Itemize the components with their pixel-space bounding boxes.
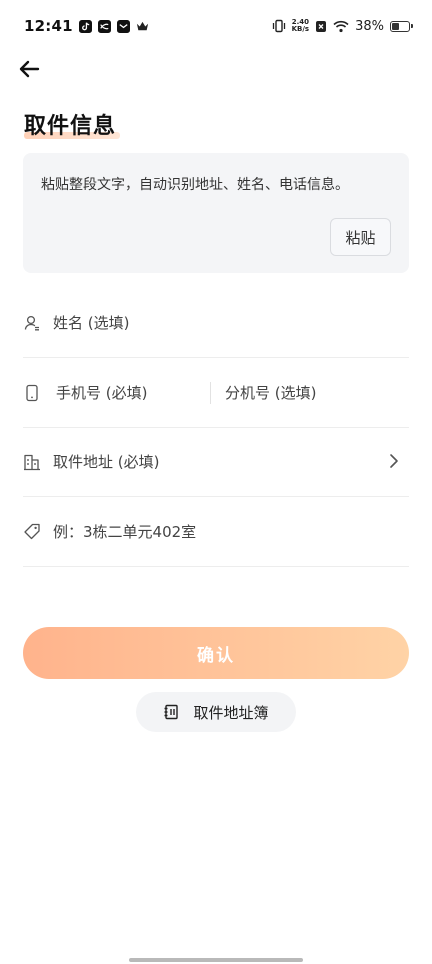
no-sim-icon [316, 20, 327, 32]
name-field-row[interactable]: 姓名 (选填) [23, 288, 409, 358]
status-bar: 12:41 2.40 KB/s 38% [0, 0, 432, 52]
battery-icon [390, 20, 413, 32]
paste-hint-text: 粘贴整段文字，自动识别地址、姓名、电话信息。 [41, 177, 349, 193]
phone-icon [26, 384, 38, 401]
crown-icon [136, 21, 148, 30]
smart-paste-box[interactable]: 粘贴整段文字，自动识别地址、姓名、电话信息。 粘贴 [23, 153, 409, 273]
name-input[interactable]: 姓名 (选填) [53, 312, 129, 333]
person-icon [24, 315, 39, 330]
detail-address-row[interactable]: 例：3栋二单元402室 [23, 497, 409, 567]
status-right: 2.40 KB/s 38% [272, 18, 413, 34]
phone-divider [210, 381, 211, 404]
tag-icon [24, 523, 40, 539]
tiktok-icon [78, 19, 92, 33]
battery-fill [392, 22, 399, 30]
confirm-button[interactable]: 确认 [23, 627, 409, 679]
vibrate-icon [272, 19, 285, 33]
page-title-wrap: 取件信息 [24, 108, 121, 140]
app-notification-icon [97, 19, 111, 33]
building-icon [24, 454, 40, 470]
address-book-icon [164, 704, 179, 720]
page-title: 取件信息 [24, 114, 117, 139]
battery-percent: 38% [355, 18, 384, 34]
phone-input[interactable]: 手机号 (必填) [56, 382, 147, 403]
chevron-right-icon[interactable] [387, 453, 401, 469]
status-left: 12:41 [24, 17, 149, 35]
message-icon [116, 19, 130, 33]
address-input[interactable]: 取件地址 (必填) [53, 451, 159, 472]
address-book-button[interactable]: 取件地址簿 [136, 692, 296, 732]
pickup-info-page: 12:41 2.40 KB/s 38% 取件信息 粘贴整段文字，自动识别地址、姓… [0, 0, 432, 964]
phone-field-row: 手机号 (必填) 分机号 (选填) [23, 358, 409, 428]
home-indicator[interactable] [129, 958, 303, 962]
phone-field[interactable]: 手机号 (必填) [23, 358, 210, 427]
extension-input[interactable]: 分机号 (选填) [225, 382, 316, 403]
net-speed-unit: KB/s [291, 25, 310, 33]
paste-button[interactable]: 粘贴 [330, 218, 391, 256]
extension-field[interactable]: 分机号 (选填) [225, 358, 316, 427]
net-speed: 2.40 KB/s [292, 19, 309, 33]
address-book-label: 取件地址簿 [193, 703, 269, 722]
back-arrow-icon[interactable] [16, 56, 42, 82]
status-time: 12:41 [24, 17, 73, 35]
wifi-icon [333, 20, 349, 32]
detail-address-input[interactable]: 例：3栋二单元402室 [53, 521, 196, 542]
address-field-row[interactable]: 取件地址 (必填) [23, 427, 409, 497]
